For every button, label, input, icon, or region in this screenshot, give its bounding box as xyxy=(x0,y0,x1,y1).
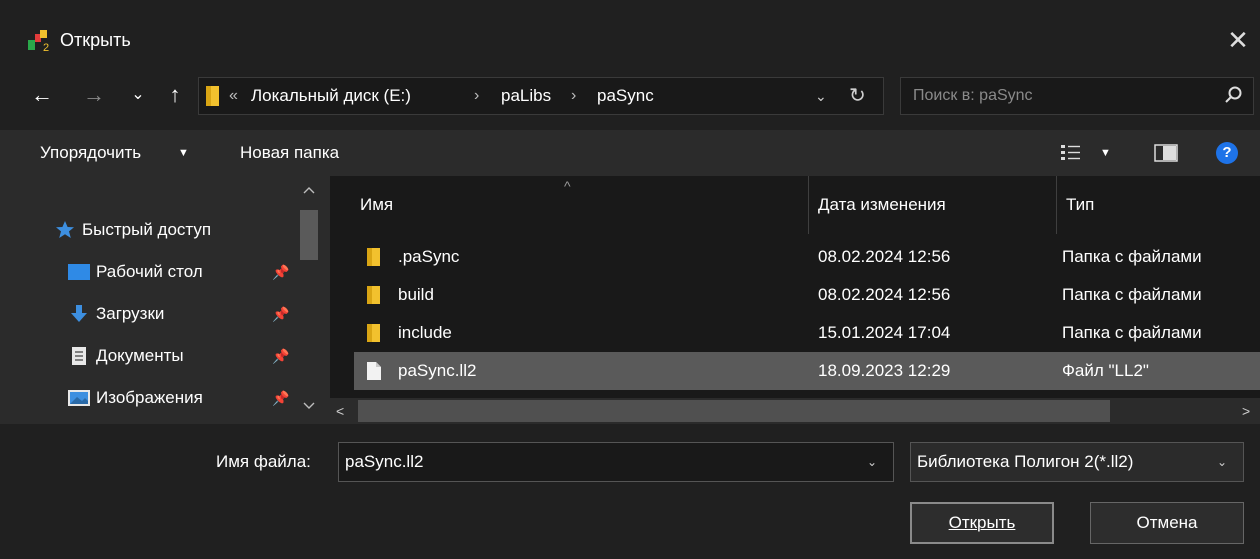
file-date: 08.02.2024 12:56 xyxy=(818,247,951,266)
star-icon xyxy=(56,221,74,238)
file-row-selected[interactable]: paSync.ll2 18.09.2023 12:29 Файл "LL2" xyxy=(354,352,1260,390)
file-row[interactable]: .paSync 08.02.2024 12:56 Папка с файлами xyxy=(354,238,1260,276)
column-header-date[interactable]: Дата изменения xyxy=(818,176,946,234)
window-title: Открыть xyxy=(60,30,131,50)
help-icon[interactable]: ? xyxy=(1216,142,1238,164)
file-type: Папка с файлами xyxy=(1062,323,1202,342)
file-row[interactable]: include 15.01.2024 17:04 Папка с файлами xyxy=(354,314,1260,352)
forward-button[interactable]: → xyxy=(76,80,112,112)
horizontal-scroll-thumb[interactable] xyxy=(358,400,1110,422)
open-button[interactable]: Открыть xyxy=(910,502,1054,544)
organize-dropdown-icon[interactable]: ▼ xyxy=(178,130,189,176)
scroll-down-icon[interactable] xyxy=(303,402,315,410)
refresh-button[interactable]: ↻ xyxy=(849,78,866,114)
image-icon xyxy=(68,390,90,406)
sidebar-item-label: Рабочий стол xyxy=(96,262,203,281)
up-button[interactable]: ↑ xyxy=(160,80,190,112)
filetype-select[interactable]: Библиотека Полигон 2(*.ll2) ⌄ xyxy=(910,442,1244,482)
preview-pane-icon[interactable] xyxy=(1154,144,1178,162)
dialog-footer: Имя файла: paSync.ll2 ⌄ Библиотека Полиг… xyxy=(0,424,1260,559)
scroll-up-icon[interactable] xyxy=(303,186,315,194)
filename-label: Имя файла: xyxy=(216,452,311,471)
pin-icon[interactable]: 📌 xyxy=(272,380,289,416)
open-button-label: Открыть xyxy=(948,513,1016,532)
column-header-type[interactable]: Тип xyxy=(1066,176,1094,234)
file-name: paSync.ll2 xyxy=(398,361,477,380)
file-icon xyxy=(367,362,381,380)
pin-icon[interactable]: 📌 xyxy=(272,296,289,332)
search-input[interactable]: Поиск в: paSync xyxy=(913,78,1033,114)
breadcrumb-item[interactable]: paSync xyxy=(597,78,654,114)
view-dropdown-icon[interactable]: ▼ xyxy=(1100,130,1111,176)
sidebar-scroll-thumb[interactable] xyxy=(300,210,318,260)
back-button[interactable]: ← xyxy=(22,80,62,112)
svg-text:2: 2 xyxy=(43,42,49,52)
cancel-button[interactable]: Отмена xyxy=(1090,502,1244,544)
filename-value[interactable]: paSync.ll2 xyxy=(345,443,423,481)
breadcrumb-overflow[interactable]: « xyxy=(229,78,238,114)
app-icon: 2 xyxy=(28,30,49,52)
file-date: 15.01.2024 17:04 xyxy=(818,323,951,342)
file-type: Файл "LL2" xyxy=(1062,361,1149,380)
file-name: build xyxy=(398,285,434,304)
breadcrumb-separator[interactable]: › xyxy=(571,78,576,114)
breadcrumb-item[interactable]: Локальный диск (E:) xyxy=(251,78,411,114)
sort-indicator-icon: ^ xyxy=(564,178,571,194)
file-date: 08.02.2024 12:56 xyxy=(818,285,951,304)
file-row[interactable]: build 08.02.2024 12:56 Папка с файлами xyxy=(354,276,1260,314)
command-bar: Упорядочить ▼ Новая папка ▼ ? xyxy=(0,130,1260,176)
sidebar-item-label: Изображения xyxy=(96,388,203,407)
title-bar xyxy=(0,0,1260,78)
file-type: Папка с файлами xyxy=(1062,247,1202,266)
chevron-down-icon[interactable]: ⌄ xyxy=(1217,443,1227,481)
chevron-down-icon[interactable]: ⌄ xyxy=(867,443,877,481)
column-divider[interactable] xyxy=(808,176,809,234)
pin-icon[interactable]: 📌 xyxy=(272,254,289,290)
sidebar-item-label: Документы xyxy=(96,346,184,365)
recent-locations-button[interactable]: ⌄ xyxy=(126,80,150,112)
file-name: .paSync xyxy=(398,247,460,266)
folder-icon xyxy=(367,324,380,342)
search-icon[interactable] xyxy=(1215,78,1249,114)
pin-icon[interactable]: 📌 xyxy=(272,338,289,374)
file-name: include xyxy=(398,323,452,342)
address-bar[interactable]: « Локальный диск (E:) › paLibs › paSync … xyxy=(198,77,884,115)
sidebar-scrollbar[interactable] xyxy=(296,176,322,424)
column-header-name[interactable]: Имя xyxy=(360,176,393,234)
file-date: 18.09.2023 12:29 xyxy=(818,361,951,380)
scroll-right-icon[interactable]: > xyxy=(1242,398,1250,424)
column-divider[interactable] xyxy=(1056,176,1057,234)
folder-icon xyxy=(206,86,219,106)
search-box[interactable]: Поиск в: paSync xyxy=(900,77,1254,115)
filetype-value: Библиотека Полигон 2(*.ll2) xyxy=(917,452,1134,471)
file-list: ^ Имя Дата изменения Тип .paSync 08.02.2… xyxy=(330,176,1260,400)
address-dropdown-button[interactable]: ⌄ xyxy=(815,78,827,114)
new-folder-button[interactable]: Новая папка xyxy=(240,130,339,176)
filename-input[interactable]: paSync.ll2 ⌄ xyxy=(338,442,894,482)
breadcrumb-separator[interactable]: › xyxy=(474,78,479,114)
document-icon xyxy=(72,347,86,365)
desktop-icon xyxy=(68,264,90,280)
folder-icon xyxy=(367,286,380,304)
close-button[interactable]: ✕ xyxy=(1216,22,1260,58)
sidebar-item-label: Загрузки xyxy=(96,304,165,323)
file-type: Папка с файлами xyxy=(1062,285,1202,304)
breadcrumb-item[interactable]: paLibs xyxy=(501,78,551,114)
organize-button[interactable]: Упорядочить xyxy=(40,130,141,176)
folder-icon xyxy=(367,248,380,266)
scroll-left-icon[interactable]: < xyxy=(336,398,344,424)
horizontal-scrollbar[interactable]: < > xyxy=(330,398,1260,424)
view-options-icon[interactable] xyxy=(1060,143,1082,163)
download-icon xyxy=(71,305,87,322)
sidebar-item-label: Быстрый доступ xyxy=(82,220,212,239)
navigation-pane: Быстрый доступ Рабочий стол 📌 Загрузки 📌… xyxy=(0,176,330,424)
